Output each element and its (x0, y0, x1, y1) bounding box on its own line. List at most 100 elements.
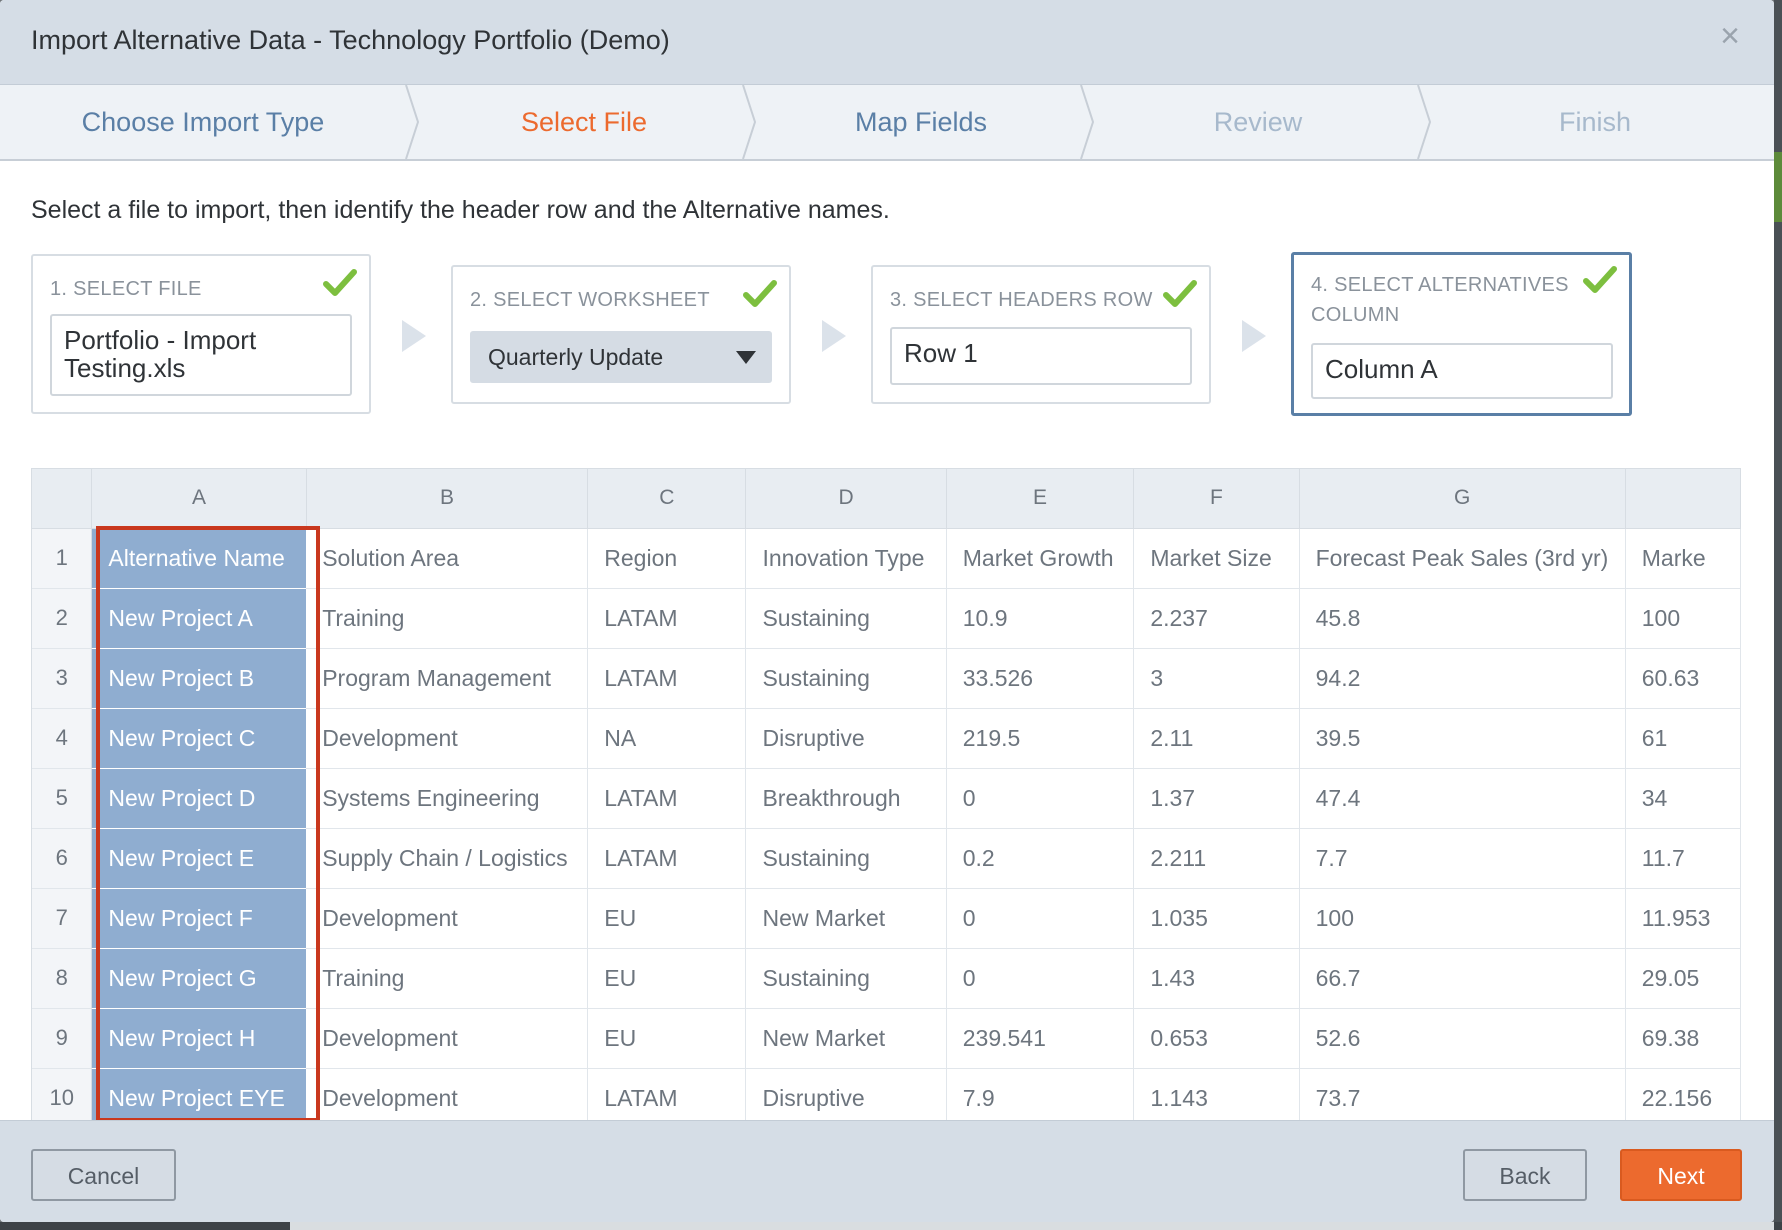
table-cell[interactable]: EU (587, 1008, 747, 1069)
table-cell[interactable]: Disruptive (745, 1068, 947, 1120)
column-header-b[interactable]: B (306, 469, 589, 529)
alternative-name-cell[interactable]: New Project H (91, 1008, 307, 1069)
table-cell[interactable]: LATAM (587, 588, 747, 649)
table-cell[interactable]: 60.63 (1625, 648, 1741, 709)
table-cell[interactable]: Breakthrough (745, 768, 947, 829)
table-cell[interactable]: 66.7 (1299, 948, 1626, 1009)
close-icon[interactable]: × (1712, 18, 1748, 54)
alternative-name-cell[interactable]: New Project F (91, 888, 307, 949)
row-number[interactable]: 5 (32, 768, 93, 829)
table-cell[interactable]: 0 (946, 888, 1135, 949)
table-cell[interactable]: Training (306, 948, 589, 1009)
table-cell[interactable]: 52.6 (1299, 1008, 1626, 1069)
column-header-e[interactable]: E (946, 469, 1135, 529)
table-cell[interactable]: Solution Area (306, 528, 589, 589)
table-cell[interactable]: Forecast Peak Sales (3rd yr) (1299, 528, 1626, 589)
alternative-name-cell[interactable]: New Project E (91, 828, 307, 889)
table-cell[interactable]: 0.653 (1133, 1008, 1300, 1069)
step-select-file[interactable]: Select File (416, 85, 752, 159)
column-header-h[interactable] (1625, 469, 1741, 529)
cancel-button[interactable]: Cancel (31, 1149, 176, 1201)
table-cell[interactable]: NA (587, 708, 747, 769)
table-cell[interactable]: 2.211 (1133, 828, 1300, 889)
table-cell[interactable]: 1.43 (1133, 948, 1300, 1009)
table-cell[interactable]: Sustaining (745, 948, 947, 1009)
step-choose-import-type[interactable]: Choose Import Type (0, 85, 406, 159)
table-cell[interactable]: 1.37 (1133, 768, 1300, 829)
table-cell[interactable]: 2.237 (1133, 588, 1300, 649)
table-cell[interactable]: 45.8 (1299, 588, 1626, 649)
table-cell[interactable]: LATAM (587, 1068, 747, 1120)
alternative-name-cell[interactable]: New Project D (91, 768, 307, 829)
table-cell[interactable]: EU (587, 948, 747, 1009)
table-cell[interactable]: Innovation Type (745, 528, 947, 589)
table-cell[interactable]: Region (587, 528, 747, 589)
table-cell[interactable]: 239.541 (946, 1008, 1135, 1069)
row-number[interactable]: 4 (32, 708, 93, 769)
table-cell[interactable]: LATAM (587, 768, 747, 829)
table-cell[interactable]: Development (306, 1068, 589, 1120)
table-cell[interactable]: 2.11 (1133, 708, 1300, 769)
step-map-fields[interactable]: Map Fields (752, 85, 1090, 159)
table-cell[interactable]: 11.7 (1625, 828, 1741, 889)
row-number[interactable]: 1 (32, 528, 93, 589)
table-cell[interactable]: Market Growth (946, 528, 1135, 589)
column-header-f[interactable]: F (1133, 469, 1300, 529)
file-name-field[interactable]: Portfolio - Import Testing.xls (50, 314, 352, 396)
table-cell[interactable]: Development (306, 708, 589, 769)
table-cell[interactable]: 0.2 (946, 828, 1135, 889)
table-cell[interactable]: Disruptive (745, 708, 947, 769)
table-cell[interactable]: 0 (946, 948, 1135, 1009)
table-cell[interactable]: 0 (946, 768, 1135, 829)
table-cell[interactable]: 7.7 (1299, 828, 1626, 889)
column-header-a[interactable]: A (91, 469, 307, 529)
table-cell[interactable]: 47.4 (1299, 768, 1626, 829)
table-cell[interactable]: 34 (1625, 768, 1741, 829)
table-cell[interactable]: 1.143 (1133, 1068, 1300, 1120)
table-cell[interactable]: 39.5 (1299, 708, 1626, 769)
table-cell[interactable]: Program Management (306, 648, 589, 709)
table-cell[interactable]: 11.953 (1625, 888, 1741, 949)
table-cell[interactable]: 7.9 (946, 1068, 1135, 1120)
table-cell[interactable]: New Market (745, 1008, 947, 1069)
spreadsheet-preview[interactable]: A B C D E F G 1 Alternative Name Solution … (31, 468, 1741, 1120)
table-cell[interactable]: 22.156 (1625, 1068, 1741, 1120)
table-cell[interactable]: 73.7 (1299, 1068, 1626, 1120)
headers-row-field[interactable]: Row 1 (890, 327, 1192, 385)
column-header-c[interactable]: C (587, 469, 747, 529)
table-cell[interactable]: Marke (1625, 528, 1741, 589)
alternative-name-cell[interactable]: New Project C (91, 708, 307, 769)
alternative-name-cell[interactable]: New Project G (91, 948, 307, 1009)
row-number[interactable]: 3 (32, 648, 93, 709)
table-cell[interactable]: 100 (1299, 888, 1626, 949)
table-cell[interactable]: Sustaining (745, 588, 947, 649)
row-number[interactable]: 7 (32, 888, 93, 949)
alternative-name-cell[interactable]: Alternative Name (91, 528, 307, 589)
table-cell[interactable]: LATAM (587, 828, 747, 889)
table-cell[interactable]: Training (306, 588, 589, 649)
table-cell[interactable]: 69.38 (1625, 1008, 1741, 1069)
table-cell[interactable]: Systems Engineering (306, 768, 589, 829)
table-cell[interactable]: Sustaining (745, 828, 947, 889)
worksheet-select[interactable]: Quarterly Update (470, 331, 772, 383)
back-button[interactable]: Back (1463, 1149, 1587, 1201)
table-cell[interactable]: 100 (1625, 588, 1741, 649)
row-number[interactable]: 10 (32, 1068, 93, 1120)
table-cell[interactable]: 3 (1133, 648, 1300, 709)
row-number[interactable]: 2 (32, 588, 93, 649)
table-cell[interactable]: EU (587, 888, 747, 949)
table-cell[interactable]: Development (306, 888, 589, 949)
column-header-g[interactable]: G (1299, 469, 1626, 529)
table-cell[interactable]: 219.5 (946, 708, 1135, 769)
table-cell[interactable]: 33.526 (946, 648, 1135, 709)
table-cell[interactable]: 94.2 (1299, 648, 1626, 709)
table-cell[interactable]: Supply Chain / Logistics (306, 828, 589, 889)
table-cell[interactable]: LATAM (587, 648, 747, 709)
row-number[interactable]: 8 (32, 948, 93, 1009)
row-number[interactable]: 9 (32, 1008, 93, 1069)
alternative-name-cell[interactable]: New Project A (91, 588, 307, 649)
table-cell[interactable]: Development (306, 1008, 589, 1069)
table-cell[interactable]: Sustaining (745, 648, 947, 709)
next-button[interactable]: Next (1620, 1149, 1742, 1201)
table-cell[interactable]: 10.9 (946, 588, 1135, 649)
